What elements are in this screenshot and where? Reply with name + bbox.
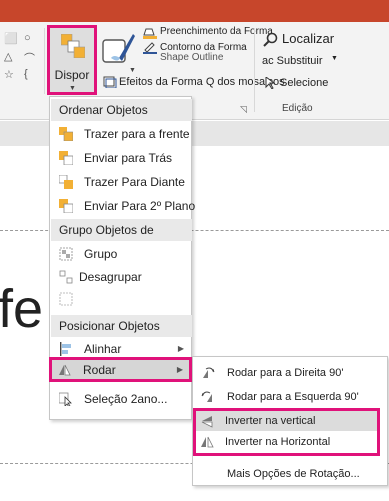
group-label: Grupo xyxy=(84,247,118,261)
regroup-item xyxy=(51,287,192,311)
pencil-icon xyxy=(143,42,157,54)
separator xyxy=(254,28,255,112)
arrange-icon xyxy=(61,34,85,58)
arrange-button[interactable]: Dispor ▼ xyxy=(47,25,97,95)
triangle-shape-icon[interactable]: △ xyxy=(4,50,12,63)
bring-to-front-item[interactable]: Trazer para a frente xyxy=(51,122,192,146)
curve-shape-icon[interactable]: ⌒ xyxy=(24,50,35,66)
flip-options-box: Inverter na vertical Inverter na Horizon… xyxy=(193,408,380,456)
rotate-right-item[interactable]: Rodar para a Direita 90' xyxy=(194,360,386,386)
star-shape-icon[interactable]: ☆ xyxy=(4,68,14,81)
ungroup-item[interactable]: Desagrupar xyxy=(51,265,192,289)
effects-icon xyxy=(103,76,117,88)
ungroup-icon xyxy=(59,270,73,284)
shape-outline-overlap-text: Shape Outline xyxy=(160,52,224,63)
search-icon xyxy=(263,32,278,47)
flip-horizontal-item[interactable]: Inverter na Horizontal xyxy=(196,432,377,453)
dialog-launcher-icon[interactable]: ◹ xyxy=(240,104,247,115)
rotate-right-icon xyxy=(203,367,215,378)
arrow-shape-icon[interactable]: ⬜ xyxy=(4,32,18,45)
rotate-left-icon xyxy=(201,391,212,402)
bring-forward-label: Trazer Para Diante xyxy=(84,175,185,189)
order-objects-header: Ordenar Objetos xyxy=(51,99,192,121)
bring-to-front-icon xyxy=(59,127,73,141)
send-to-back-icon xyxy=(59,151,73,165)
circle-shape-icon[interactable]: ○ xyxy=(24,32,31,44)
send-backward-label: Enviar Para 2º Plano xyxy=(84,199,196,213)
chevron-right-icon: ▶ xyxy=(176,365,183,374)
rotate-label: Rodar xyxy=(83,363,116,377)
align-icon xyxy=(60,342,71,356)
selection-pane-item[interactable]: Seleção 2ano... xyxy=(51,387,192,411)
select-button[interactable]: Selecione xyxy=(280,77,328,89)
selection-pane-icon xyxy=(59,392,72,406)
group-objects-header: Grupo Objetos de xyxy=(51,219,192,241)
send-backward-item[interactable]: Enviar Para 2º Plano xyxy=(51,194,196,218)
send-backward-icon xyxy=(59,199,73,213)
group-item[interactable]: Grupo xyxy=(51,242,192,266)
rotate-left-item[interactable]: Rodar para a Esquerda 90' xyxy=(194,384,386,410)
shape-effects-button[interactable]: Efeitos da Forma Q dos mosaicos xyxy=(119,76,285,88)
title-bar xyxy=(0,0,389,22)
quick-styles-icon: ▼ xyxy=(102,34,136,74)
group-icon xyxy=(59,247,73,261)
flip-vertical-icon xyxy=(201,416,213,428)
paint-bucket-icon xyxy=(143,28,157,39)
ungroup-label: Desagrupar xyxy=(79,270,142,284)
editing-group-label: Edição xyxy=(282,103,313,114)
more-rotation-options-label: Mais Opções de Rotação... xyxy=(227,468,360,480)
svg-text:▼: ▼ xyxy=(129,67,136,74)
rotate-left-label: Rodar para a Esquerda 90' xyxy=(227,391,359,403)
brace-shape-icon[interactable]: { xyxy=(24,68,28,80)
rotate-item[interactable]: Rodar ▶ xyxy=(49,357,192,382)
cursor-icon xyxy=(265,77,276,89)
arrange-label: Dispor xyxy=(54,68,90,82)
chevron-down-icon: ▼ xyxy=(331,55,338,62)
position-objects-header: Posicionar Objetos xyxy=(51,315,192,337)
find-button[interactable]: Localizar xyxy=(282,31,334,46)
quick-styles-button[interactable]: ▼ xyxy=(99,28,137,76)
regroup-icon xyxy=(59,292,73,306)
send-to-back-item[interactable]: Enviar para Trás xyxy=(51,146,192,170)
rotate-icon xyxy=(59,364,71,376)
flip-vertical-label: Inverter na vertical xyxy=(225,415,316,427)
bring-forward-item[interactable]: Trazer Para Diante xyxy=(51,170,192,194)
shapes-gallery[interactable]: ⬜ ○ △ ⌒ ☆ { xyxy=(2,32,42,84)
slide-partial-text: fe xyxy=(0,279,44,339)
flip-horizontal-icon xyxy=(201,436,214,448)
replace-button[interactable]: ac Substituir xyxy=(262,55,323,67)
flip-horizontal-label: Inverter na Horizontal xyxy=(225,436,331,448)
send-to-back-label: Enviar para Trás xyxy=(84,151,173,165)
separator xyxy=(44,28,45,94)
shape-fill-button[interactable]: Preenchimento da Forma xyxy=(160,26,273,37)
chevron-down-icon: ▼ xyxy=(69,85,76,92)
more-rotation-options-item[interactable]: Mais Opções de Rotação... xyxy=(194,461,386,487)
rotate-right-label: Rodar para a Direita 90' xyxy=(227,367,344,379)
selection-pane-label: Seleção 2ano... xyxy=(84,392,168,406)
bring-forward-icon xyxy=(59,175,73,189)
flip-vertical-item[interactable]: Inverter na vertical xyxy=(196,411,377,432)
bring-to-front-label: Trazer para a frente xyxy=(84,127,190,141)
